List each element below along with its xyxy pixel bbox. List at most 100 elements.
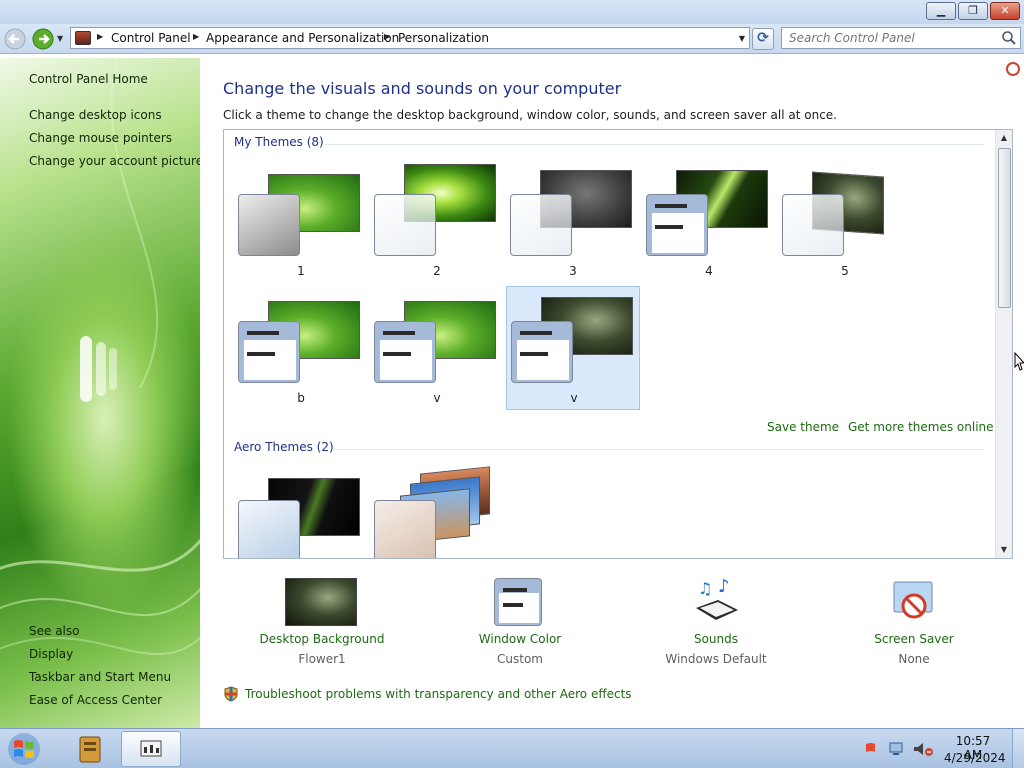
theme-item[interactable]: b: [234, 287, 368, 411]
change-desktop-icons-link[interactable]: Change desktop icons: [29, 108, 162, 122]
theme-name: 5: [841, 264, 849, 278]
scrollbar-thumb[interactable]: [998, 148, 1011, 308]
change-account-picture-link[interactable]: Change your account picture: [29, 154, 200, 168]
address-dropdown-icon[interactable]: ▼: [739, 34, 745, 43]
left-task-pane: Control Panel Home Change desktop icons …: [0, 58, 200, 728]
main-content: Change the visuals and sounds on your co…: [200, 58, 1024, 728]
refresh-icon: ⟳: [757, 30, 769, 46]
scroll-up-icon[interactable]: ▲: [996, 130, 1012, 146]
theme-window-preview: [374, 500, 436, 558]
theme-item[interactable]: 2: [370, 160, 504, 284]
control-panel-icon: [75, 31, 91, 45]
breadcrumb-control-panel[interactable]: Control Panel: [111, 31, 191, 45]
refresh-button[interactable]: ⟳: [752, 28, 774, 50]
screen-saver-label[interactable]: Screen Saver: [834, 632, 994, 646]
recent-pages-dropdown[interactable]: ▼: [57, 34, 63, 43]
desktop-background-label[interactable]: Desktop Background: [242, 632, 402, 646]
show-desktop-button[interactable]: [1012, 729, 1024, 768]
window-color-label[interactable]: Window Color: [440, 632, 600, 646]
see-also-heading: See also: [29, 624, 80, 638]
vertical-scrollbar[interactable]: ▲ ▼: [995, 130, 1012, 558]
breadcrumb-personalization[interactable]: Personalization: [398, 31, 489, 45]
theme-name: 3: [569, 264, 577, 278]
theme-item[interactable]: [234, 466, 368, 558]
mouse-cursor-icon: [1014, 352, 1024, 371]
minimize-button[interactable]: ▁: [926, 2, 956, 20]
clock-date[interactable]: 4/29/2024: [944, 751, 1006, 765]
theme-item-selected[interactable]: v: [506, 286, 640, 410]
aero-themes-header: Aero Themes (2): [234, 440, 334, 454]
restore-icon: ❐: [968, 4, 978, 17]
windows-explorer-taskbar-icon[interactable]: [70, 732, 110, 766]
taskbar-start-menu-link[interactable]: Taskbar and Start Menu: [29, 670, 171, 684]
breadcrumb-appearance[interactable]: Appearance and Personalization: [206, 31, 399, 45]
control-panel-icon: [140, 740, 162, 757]
theme-item[interactable]: 5: [778, 160, 912, 284]
theme-window-preview: [238, 194, 300, 256]
change-mouse-pointers-link[interactable]: Change mouse pointers: [29, 131, 172, 145]
sounds-label[interactable]: Sounds: [636, 632, 796, 646]
forward-button[interactable]: [32, 28, 54, 50]
theme-item[interactable]: 4: [642, 160, 776, 284]
volume-muted-icon: [914, 743, 923, 755]
group-divider: [324, 144, 984, 145]
troubleshoot-aero-link[interactable]: Troubleshoot problems with transparency …: [245, 687, 632, 701]
theme-name: 4: [705, 264, 713, 278]
back-button[interactable]: [4, 28, 26, 50]
desktop-background-value: Flower1: [298, 652, 346, 666]
shield-icon: [224, 686, 238, 702]
help-icon[interactable]: [1006, 62, 1020, 76]
search-icon[interactable]: [1001, 30, 1017, 46]
close-icon: ✕: [1000, 4, 1010, 17]
linux-mint-logo: [80, 336, 117, 402]
theme-window-preview: [238, 500, 300, 558]
navigation-bar: ▼ ▶ Control Panel ▶ Appearance and Perso…: [0, 24, 1024, 54]
control-panel-taskbar-button[interactable]: [121, 731, 181, 767]
ease-of-access-link[interactable]: Ease of Access Center: [29, 693, 162, 707]
scroll-down-icon[interactable]: ▼: [996, 542, 1012, 558]
screen-saver-icon: [893, 581, 933, 619]
action-center-flag-icon: [866, 743, 875, 752]
theme-window-preview: [238, 321, 300, 383]
theme-item[interactable]: v: [370, 287, 504, 411]
system-tray[interactable]: [862, 739, 942, 759]
close-button[interactable]: ✕: [990, 2, 1020, 20]
address-bar[interactable]: ▶ Control Panel ▶ Appearance and Persona…: [70, 27, 750, 49]
screen-saver-value: None: [898, 652, 930, 666]
taskbar: 10:57 AM 4/29/2024: [0, 728, 1024, 768]
theme-name: v: [570, 391, 578, 405]
get-more-themes-link[interactable]: Get more themes online: [848, 420, 994, 434]
chevron-right-icon[interactable]: ▶: [97, 32, 103, 41]
chevron-right-icon[interactable]: ▶: [384, 32, 390, 41]
search-box[interactable]: [781, 27, 1021, 49]
page-title: Change the visuals and sounds on your co…: [223, 79, 622, 98]
screen-saver-setting[interactable]: Screen Saver None: [834, 578, 994, 670]
window-color-setting[interactable]: Window Color Custom: [440, 578, 600, 670]
display-link[interactable]: Display: [29, 647, 73, 661]
search-input[interactable]: [782, 28, 996, 48]
chevron-right-icon[interactable]: ▶: [193, 32, 199, 41]
back-arrow-icon: [4, 28, 26, 50]
window-color-icon: [494, 578, 542, 626]
window-color-value: Custom: [497, 652, 543, 666]
theme-item[interactable]: 3: [506, 160, 640, 284]
theme-window-preview: [374, 321, 436, 383]
sounds-value: Windows Default: [665, 652, 767, 666]
save-theme-link[interactable]: Save theme: [767, 420, 839, 434]
theme-window-preview: [374, 194, 436, 256]
title-bar: ▁ ❐ ✕: [0, 0, 1024, 24]
theme-list[interactable]: My Themes (8) 1 2 3 4 5 b v v Save theme…: [223, 129, 1013, 559]
forward-arrow-icon: [32, 28, 54, 50]
control-panel-home-link[interactable]: Control Panel Home: [29, 72, 148, 86]
minimize-icon: ▁: [936, 4, 946, 17]
theme-item[interactable]: 1: [234, 160, 368, 284]
sounds-setting[interactable]: ♫ ♪ Sounds Windows Default: [636, 578, 796, 670]
start-button[interactable]: [6, 732, 42, 766]
maximize-button[interactable]: ❐: [958, 2, 988, 20]
theme-window-preview: [646, 194, 708, 256]
svg-text:♪: ♪: [718, 578, 730, 597]
desktop-background-setting[interactable]: Desktop Background Flower1: [242, 578, 402, 670]
theme-window-preview: [510, 194, 572, 256]
theme-item[interactable]: [370, 466, 504, 558]
theme-name: v: [433, 391, 441, 405]
